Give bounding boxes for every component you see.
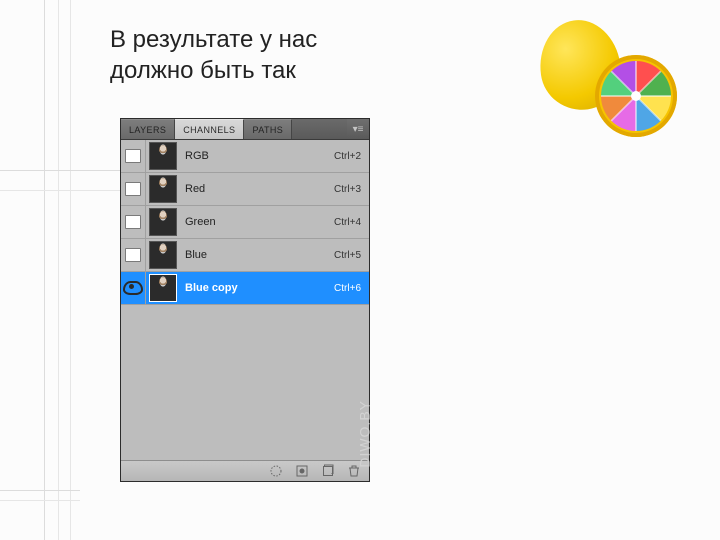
tab-channels[interactable]: CHANNELS [175,119,244,139]
channel-name: RGB [177,150,334,162]
channel-thumbnail [149,241,177,269]
channel-list: RGB Ctrl+2 Red Ctrl+3 Green Ctrl+4 Blue … [121,140,369,460]
channel-row-rgb[interactable]: RGB Ctrl+2 [121,140,369,173]
heading-line-2: должно быть так [110,57,296,84]
channel-row-blue[interactable]: Blue Ctrl+5 [121,239,369,272]
visibility-toggle[interactable] [121,140,146,172]
channel-name: Green [177,216,334,228]
new-channel-icon[interactable] [321,464,335,478]
visibility-toggle[interactable] [121,272,146,304]
tab-layers[interactable]: LAYERS [121,119,175,139]
visibility-toggle[interactable] [121,206,146,238]
channel-thumbnail [149,175,177,203]
load-selection-icon[interactable] [269,464,283,478]
panel-menu-icon[interactable]: ▾≡ [347,119,369,139]
channel-row-blue-copy[interactable]: Blue copy Ctrl+6 [121,272,369,305]
channel-thumbnail [149,142,177,170]
watermark: DIWO.BY [357,400,373,468]
channel-shortcut: Ctrl+2 [334,151,361,162]
channel-shortcut: Ctrl+3 [334,184,361,195]
channel-shortcut: Ctrl+6 [334,283,361,294]
visibility-toggle[interactable] [121,239,146,271]
channel-row-green[interactable]: Green Ctrl+4 [121,206,369,239]
lemon-illustration [540,20,690,130]
channel-shortcut: Ctrl+4 [334,217,361,228]
save-selection-icon[interactable] [295,464,309,478]
channel-shortcut: Ctrl+5 [334,250,361,261]
channel-name: Red [177,183,334,195]
channel-thumbnail [149,274,177,302]
slide-heading: В результате у нас должно быть так [110,24,390,86]
panel-tabbar: LAYERS CHANNELS PATHS ▾≡ [121,119,369,140]
panel-footer [121,460,369,481]
channel-row-red[interactable]: Red Ctrl+3 [121,173,369,206]
channels-panel: LAYERS CHANNELS PATHS ▾≡ RGB Ctrl+2 Red … [120,118,370,482]
tab-paths[interactable]: PATHS [244,119,292,139]
heading-line-1: В результате у нас [110,26,317,53]
channel-thumbnail [149,208,177,236]
channel-name: Blue [177,249,334,261]
eye-icon [123,281,143,295]
visibility-toggle[interactable] [121,173,146,205]
channel-name: Blue copy [177,282,334,294]
